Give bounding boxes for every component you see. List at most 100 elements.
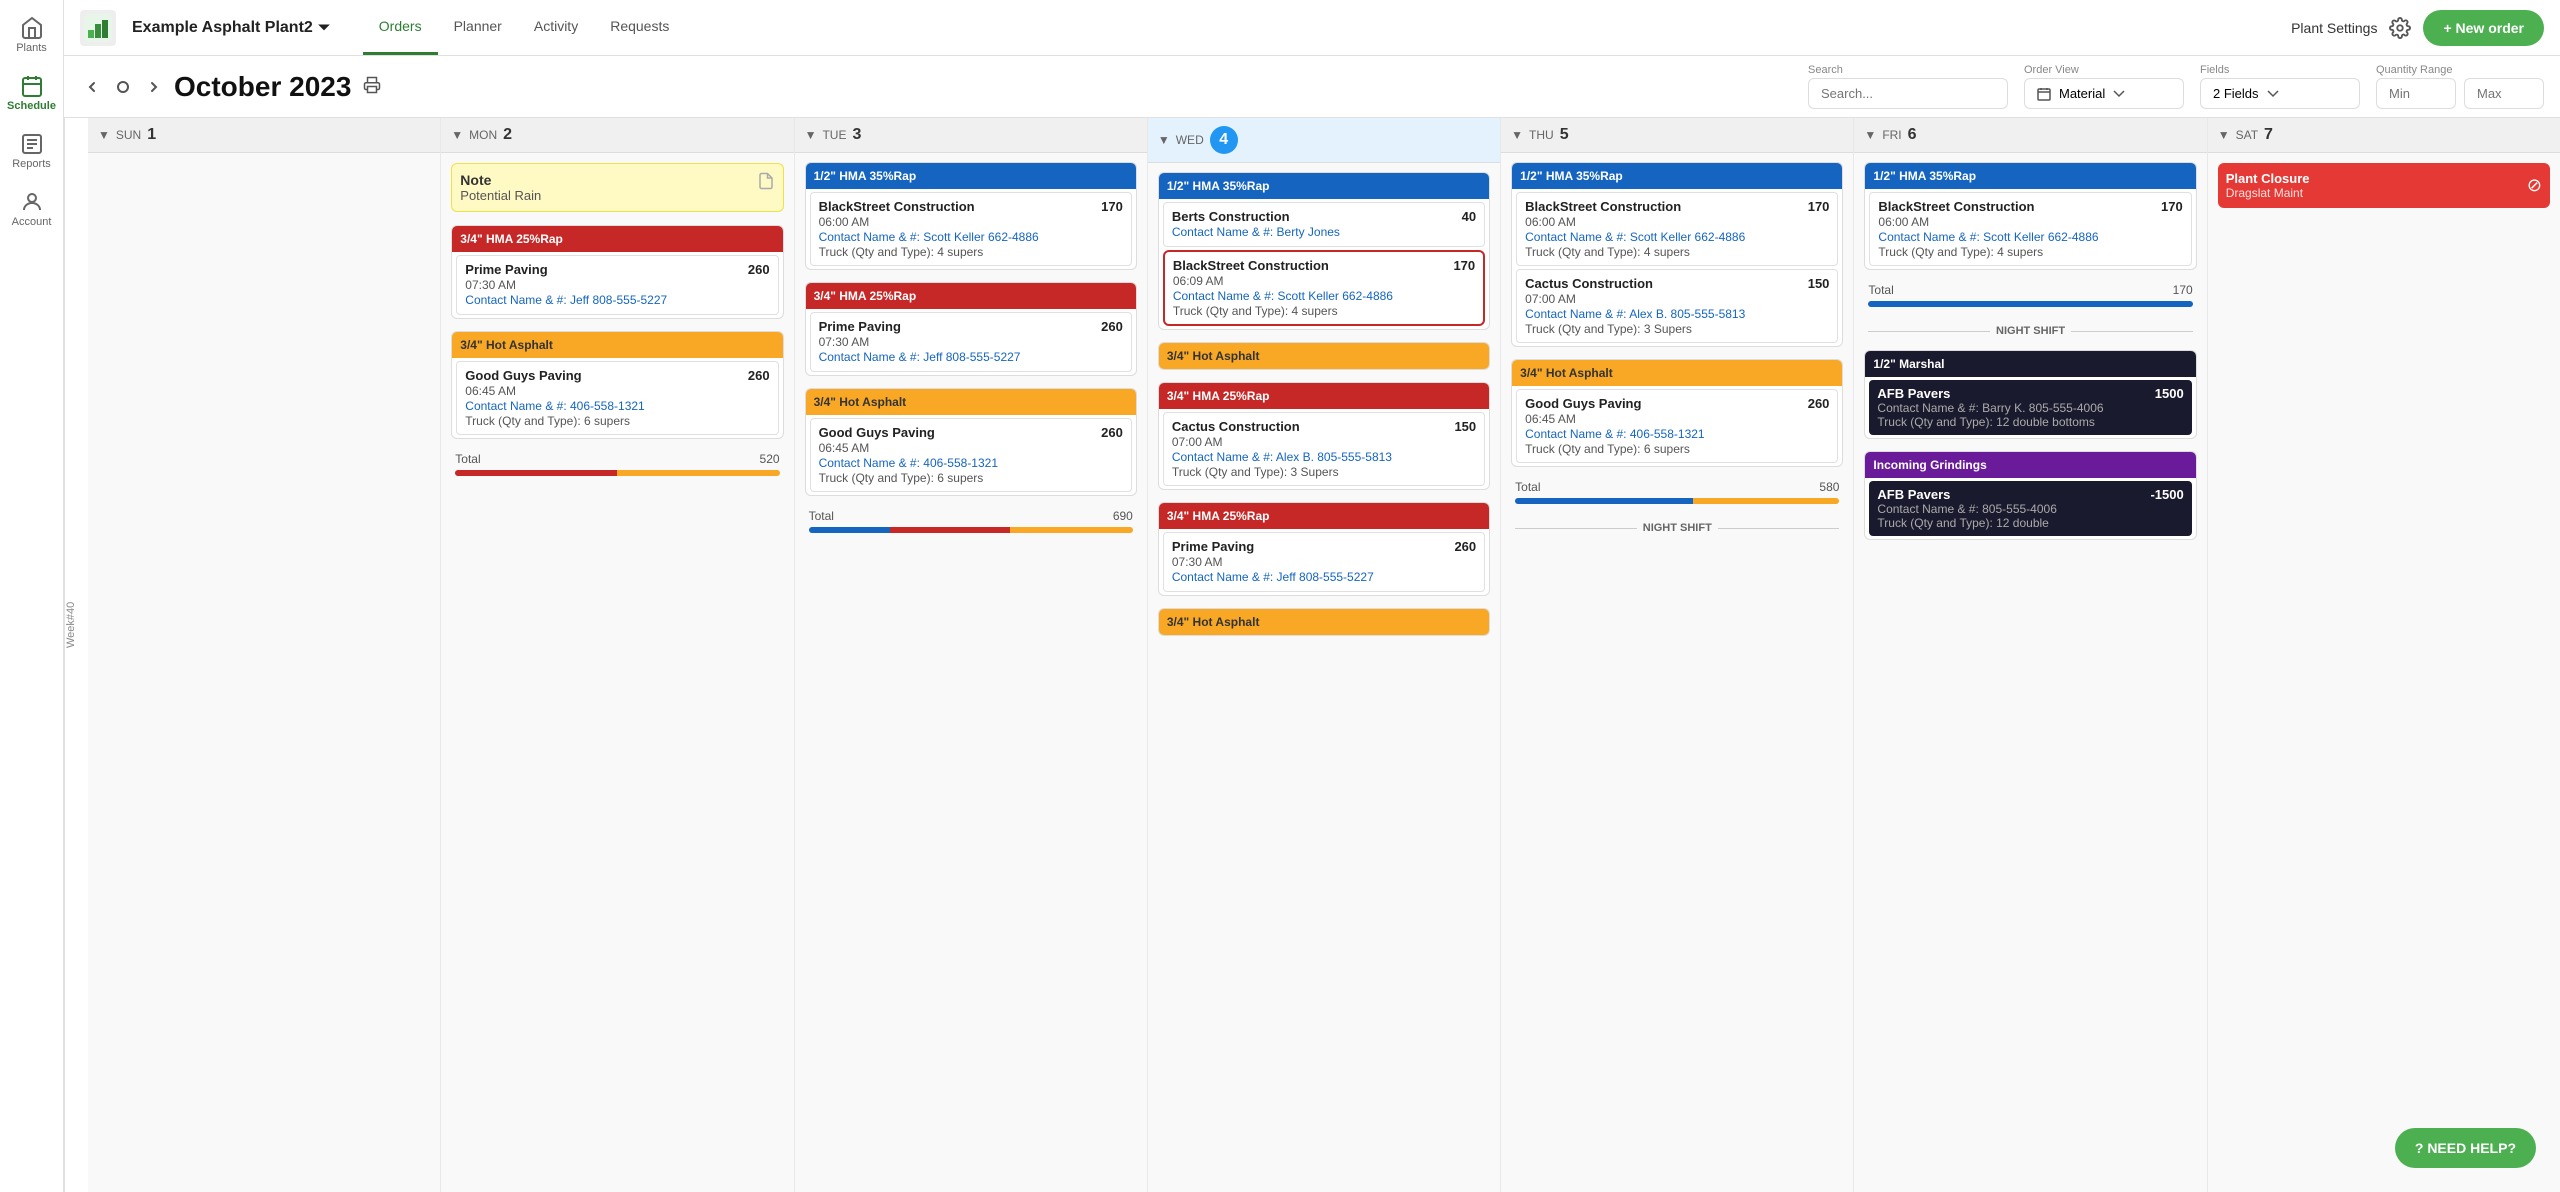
prev-month-button[interactable] <box>80 75 104 99</box>
gear-icon[interactable] <box>2389 17 2411 39</box>
order-card-blackstreet-tue[interactable]: BlackStreet Construction170 06:00 AM Con… <box>810 192 1132 266</box>
day-name-sun: SUN <box>116 128 141 142</box>
material-header-hma-red-wed: 3/4" HMA 25%Rap <box>1159 383 1489 409</box>
section-hma-blue-fri: 1/2" HMA 35%Rap BlackStreet Construction… <box>1864 162 2196 270</box>
section-asphalt-thu: 3/4" Hot Asphalt Good Guys Paving260 06:… <box>1511 359 1843 467</box>
toolbar: October 2023 Search Order View Material <box>64 56 2560 118</box>
order-card-goodguys-tue[interactable]: Good Guys Paving260 06:45 AM Contact Nam… <box>810 418 1132 492</box>
note-icon <box>757 172 775 190</box>
progress-red-mon <box>455 470 617 476</box>
order-card-blackstreet-wed[interactable]: BlackStreet Construction170 06:09 AM Con… <box>1163 250 1485 326</box>
material-header-hma-blue-thu: 1/2" HMA 35%Rap <box>1512 163 1842 189</box>
order-card-berts-wed[interactable]: Berts Construction40 Contact Name & #: B… <box>1163 202 1485 247</box>
sidebar-item-reports[interactable]: Reports <box>4 124 60 178</box>
order-card-prime-wed[interactable]: Prime Paving260 07:30 AM Contact Name & … <box>1163 532 1485 592</box>
day-dropdown-tue[interactable]: ▼ <box>805 128 817 142</box>
day-dropdown-mon[interactable]: ▼ <box>451 128 463 142</box>
material-header-marshal: 1/2" Marshal <box>1865 351 2195 377</box>
night-shift-divider-thu: NIGHT SHIFT <box>1507 518 1847 538</box>
search-group: Search <box>1808 64 2008 109</box>
day-dropdown-thu[interactable]: ▼ <box>1511 128 1523 142</box>
qty-min-input[interactable] <box>2376 78 2456 109</box>
material-header-hma-red-mon: 3/4" HMA 25%Rap <box>452 226 782 252</box>
order-card-goodguys-thu[interactable]: Good Guys Paving260 06:45 AM Contact Nam… <box>1516 389 1838 463</box>
order-card-blackstreet-thu[interactable]: BlackStreet Construction170 06:00 AM Con… <box>1516 192 1838 266</box>
day-num-wed: 4 <box>1210 126 1238 154</box>
day-num-sat: 7 <box>2264 126 2273 144</box>
day-dropdown-sat[interactable]: ▼ <box>2218 128 2230 142</box>
fields-group: Fields 2 Fields <box>2200 64 2360 109</box>
print-button[interactable] <box>359 72 385 101</box>
order-card-prime-mon[interactable]: Prime Paving260 07:30 AM Contact Name & … <box>456 255 778 315</box>
tab-planner[interactable]: Planner <box>438 0 518 55</box>
tab-activity[interactable]: Activity <box>518 0 594 55</box>
order-card-cactus-wed[interactable]: Cactus Construction150 07:00 AM Contact … <box>1163 412 1485 486</box>
material-header-asphalt-tue: 3/4" Hot Asphalt <box>806 389 1136 415</box>
search-label: Search <box>1808 64 2008 76</box>
sidebar-item-account[interactable]: Account <box>4 182 60 236</box>
topbar: Example Asphalt Plant2 Orders Planner Ac… <box>64 0 2560 56</box>
sidebar-item-schedule[interactable]: Schedule <box>4 66 60 120</box>
day-dropdown-wed[interactable]: ▼ <box>1158 133 1170 147</box>
progress-blue-fri <box>1868 301 2192 307</box>
order-card-prime-tue[interactable]: Prime Paving260 07:30 AM Contact Name & … <box>810 312 1132 372</box>
month-nav: October 2023 <box>80 71 385 103</box>
today-button[interactable] <box>112 76 134 98</box>
qty-range-label: Quantity Range <box>2376 64 2544 76</box>
order-card-goodguys-mon[interactable]: Good Guys Paving260 06:45 AM Contact Nam… <box>456 361 778 435</box>
day-content-fri: 1/2" HMA 35%Rap BlackStreet Construction… <box>1854 153 2206 1192</box>
day-content-sat: Plant Closure Dragslat Maint ⊘ <box>2208 153 2560 1192</box>
circle-icon <box>116 80 130 94</box>
fields-value: 2 Fields <box>2213 86 2259 101</box>
tab-orders[interactable]: Orders <box>363 0 438 55</box>
plant-name[interactable]: Example Asphalt Plant2 <box>132 19 331 37</box>
section-hma-red-wed: 3/4" HMA 25%Rap Cactus Construction150 0… <box>1158 382 1490 490</box>
day-name-mon: MON <box>469 128 497 142</box>
day-column-tue: ▼ TUE 3 1/2" HMA 35%Rap BlackStreet Cons… <box>795 118 1147 1192</box>
reports-icon <box>20 132 44 156</box>
section-hma-blue-thu: 1/2" HMA 35%Rap BlackStreet Construction… <box>1511 162 1843 347</box>
toolbar-filters: Search Order View Material Fields 2 Fiel… <box>1808 64 2544 109</box>
material-header-hma-red-tue: 3/4" HMA 25%Rap <box>806 283 1136 309</box>
order-card-afb-grindings[interactable]: AFB Pavers-1500 Contact Name & #: 805-55… <box>1869 481 2191 536</box>
material-header-asphalt-mon: 3/4" Hot Asphalt <box>452 332 782 358</box>
fields-label: Fields <box>2200 64 2360 76</box>
day-dropdown-fri[interactable]: ▼ <box>1864 128 1876 142</box>
search-input[interactable] <box>1808 78 2008 109</box>
qty-max-input[interactable] <box>2464 78 2544 109</box>
tab-requests[interactable]: Requests <box>594 0 685 55</box>
material-header-hma25-wed: 3/4" HMA 25%Rap <box>1159 503 1489 529</box>
day-header-fri: ▼ FRI 6 <box>1854 118 2206 153</box>
chevron-down-icon <box>2113 88 2125 100</box>
order-contact-gg: Contact Name & #: 406-558-1321 <box>465 399 769 413</box>
order-card-cactus-thu[interactable]: Cactus Construction150 07:00 AM Contact … <box>1516 269 1838 343</box>
week-label: Week#40 <box>64 118 88 1192</box>
main-content: Example Asphalt Plant2 Orders Planner Ac… <box>64 0 2560 1192</box>
calendar-small-icon <box>2037 87 2051 101</box>
section-hot-asphalt-wed: 3/4" Hot Asphalt <box>1158 608 1490 636</box>
progress-yellow-mon <box>617 470 779 476</box>
calendar-area: Week#40 ▼ SUN 1 ▼ MON <box>64 118 2560 1192</box>
order-card-blackstreet-fri[interactable]: BlackStreet Construction170 06:00 AM Con… <box>1869 192 2191 266</box>
plant-closure-sub: Dragslat Maint <box>2226 186 2310 200</box>
order-view-dropdown[interactable]: Material <box>2024 78 2184 109</box>
order-time-gg: 06:45 AM <box>465 384 769 398</box>
day-name-tue: TUE <box>822 128 846 142</box>
day-dropdown-sun[interactable]: ▼ <box>98 128 110 142</box>
next-month-button[interactable] <box>142 75 166 99</box>
section-hma25-wed: 3/4" HMA 25%Rap Prime Paving260 07:30 AM… <box>1158 502 1490 596</box>
plant-settings-link[interactable]: Plant Settings <box>2291 20 2377 36</box>
day-column-thu: ▼ THU 5 1/2" HMA 35%Rap BlackStreet Cons… <box>1501 118 1853 1192</box>
note-card-mon: Note Potential Rain <box>451 163 783 212</box>
new-order-button[interactable]: + New order <box>2423 10 2544 46</box>
ban-icon: ⊘ <box>2527 175 2542 196</box>
order-card-afb-fri[interactable]: AFB Pavers1500 Contact Name & #: Barry K… <box>1869 380 2191 435</box>
sidebar-item-plants[interactable]: Plants <box>4 8 60 62</box>
fields-dropdown[interactable]: 2 Fields <box>2200 78 2360 109</box>
qty-range <box>2376 78 2544 109</box>
day-num-thu: 5 <box>1560 126 1569 144</box>
total-tue: Total690 <box>801 505 1141 541</box>
need-help-button[interactable]: ? NEED HELP? <box>2395 1128 2536 1168</box>
plant-logo <box>80 10 116 46</box>
day-content-mon: Note Potential Rain 3/4" HMA 25%Rap Prim… <box>441 153 793 1192</box>
